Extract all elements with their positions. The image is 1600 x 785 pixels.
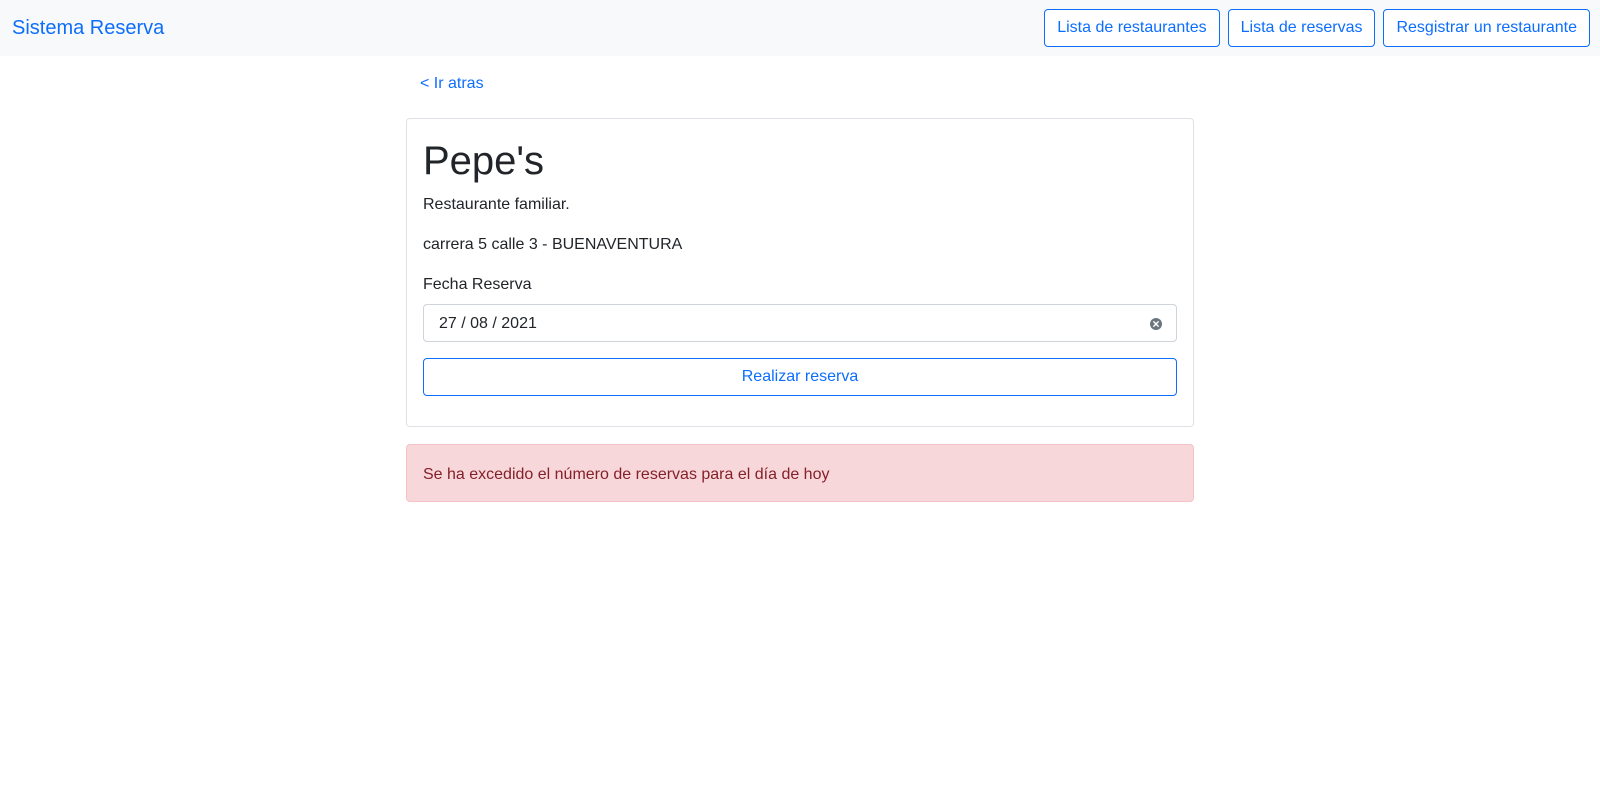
date-input[interactable]: 27 / 08 / 2021 xyxy=(423,304,1177,342)
make-reservation-button[interactable]: Realizar reserva xyxy=(423,358,1177,396)
register-restaurant-button[interactable]: Resgistrar un restaurante xyxy=(1383,9,1590,47)
restaurant-name: Pepe's xyxy=(423,139,545,183)
clear-icon[interactable] xyxy=(1150,318,1162,330)
nav-actions: Lista de restaurantes Lista de reservas … xyxy=(1044,9,1590,47)
date-label: Fecha Reserva xyxy=(423,276,532,293)
reservation-list-button[interactable]: Lista de reservas xyxy=(1227,9,1376,47)
clear-icon-glyph xyxy=(1153,321,1159,327)
restaurant-list-button[interactable]: Lista de restaurantes xyxy=(1044,9,1220,47)
date-value: 27 / 08 / 2021 xyxy=(439,315,537,332)
alert-message: Se ha excedido el número de reservas par… xyxy=(423,466,830,483)
error-alert: Se ha excedido el número de reservas par… xyxy=(406,444,1194,502)
back-link[interactable]: < Ir atras xyxy=(420,74,484,94)
navbar: Sistema Reserva Lista de restaurantes Li… xyxy=(0,0,1600,56)
brand-link[interactable]: Sistema Reserva xyxy=(12,16,164,40)
restaurant-description: Restaurante familiar. xyxy=(423,196,570,213)
restaurant-address: carrera 5 calle 3 - BUENAVENTURA xyxy=(423,236,683,253)
restaurant-card: Pepe's Restaurante familiar. carrera 5 c… xyxy=(406,118,1194,427)
